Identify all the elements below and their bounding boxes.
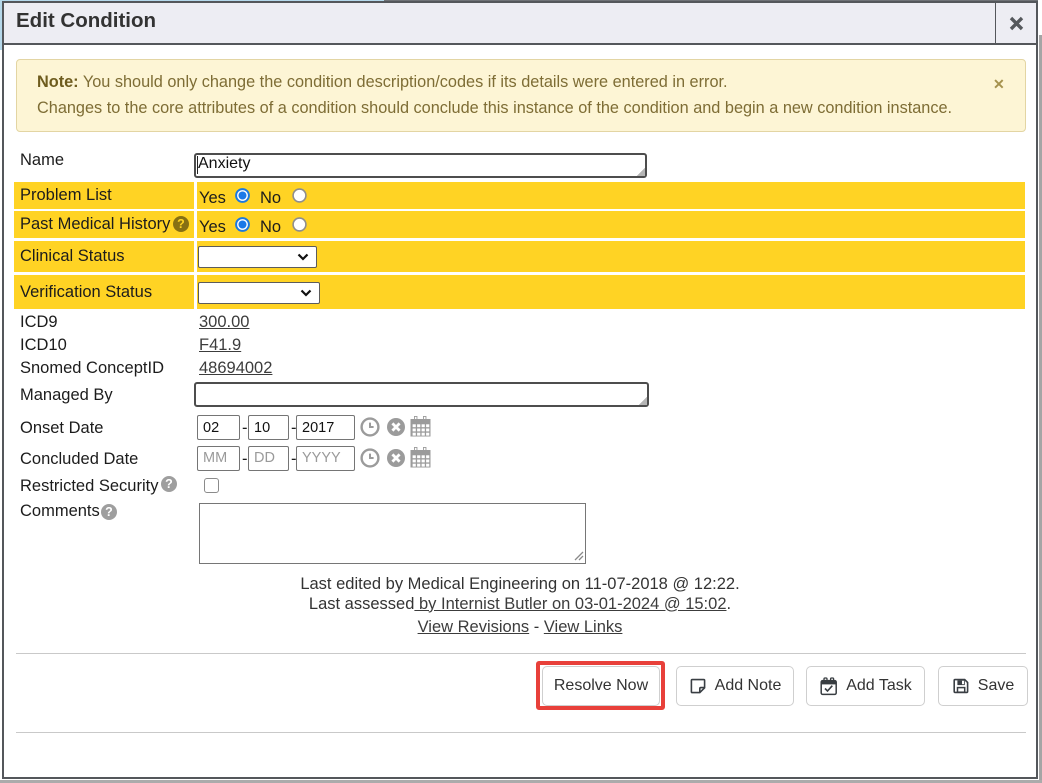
svg-text:?: ? [165,477,173,491]
svg-text:?: ? [105,505,113,519]
svg-text:?: ? [177,217,185,231]
